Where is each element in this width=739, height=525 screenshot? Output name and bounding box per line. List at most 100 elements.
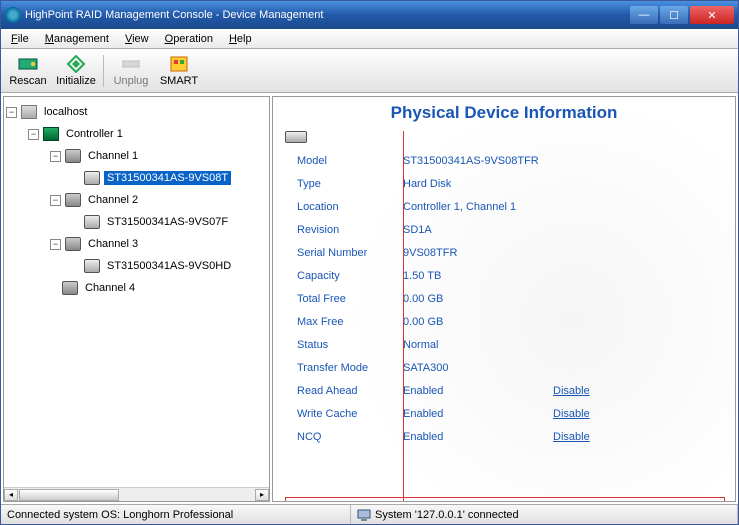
minimize-button[interactable]: — <box>630 6 658 24</box>
disk-label: ST31500341AS-9VS07F <box>104 215 231 229</box>
scroll-left-button[interactable]: ◂ <box>4 489 18 501</box>
info-value: Enabled <box>403 385 553 397</box>
disk-label: ST31500341AS-9VS0HD <box>104 259 234 273</box>
unplug-label: Unplug <box>114 75 149 87</box>
tree-node-controller[interactable]: − Controller 1 <box>6 123 267 145</box>
info-value: Enabled <box>403 408 553 420</box>
info-row: Capacity1.50 TB <box>297 264 723 287</box>
channel-label: Channel 4 <box>82 281 138 295</box>
detail-title: Physical Device Information <box>273 97 735 131</box>
info-value: Normal <box>403 339 553 351</box>
menu-management[interactable]: Management <box>39 31 115 47</box>
host-icon <box>21 105 37 119</box>
content-area: − localhost − Controller 1 − Channel 1 <box>1 93 738 504</box>
disk-label: ST31500341AS-9VS08T <box>104 171 231 185</box>
info-row: Max Free0.00 GB <box>297 310 723 333</box>
info-value: 1.50 TB <box>403 270 553 282</box>
info-label: Type <box>297 178 403 190</box>
info-label: Total Free <box>297 293 403 305</box>
info-value: Controller 1, Channel 1 <box>403 201 553 213</box>
tree-node-disk[interactable]: ST31500341AS-9VS08T <box>6 167 267 189</box>
horizontal-scrollbar[interactable]: ◂ ▸ <box>4 487 269 501</box>
info-row: LocationController 1, Channel 1 <box>297 195 723 218</box>
titlebar[interactable]: HighPoint RAID Management Console - Devi… <box>1 1 738 29</box>
tree-node-channel[interactable]: − Channel 3 <box>6 233 267 255</box>
statusbar: Connected system OS: Longhorn Profession… <box>1 504 738 524</box>
expander-icon[interactable]: − <box>50 151 61 162</box>
info-row: Transfer ModeSATA300 <box>297 356 723 379</box>
close-button[interactable]: ✕ <box>690 6 734 24</box>
tree-node-host[interactable]: − localhost <box>6 101 267 123</box>
info-row: Total Free0.00 GB <box>297 287 723 310</box>
window-title: HighPoint RAID Management Console - Devi… <box>25 9 630 21</box>
smart-button[interactable]: SMART <box>156 51 202 91</box>
info-value: SATA300 <box>403 362 553 374</box>
expander-icon[interactable]: − <box>28 129 39 140</box>
status-left: Connected system OS: Longhorn Profession… <box>1 505 351 524</box>
menu-help[interactable]: Help <box>223 31 258 47</box>
expander-icon[interactable]: − <box>50 239 61 250</box>
info-row: Serial Number9VS08TFR <box>297 241 723 264</box>
tree-node-channel[interactable]: Channel 4 <box>6 277 267 299</box>
info-value: Enabled <box>403 431 553 443</box>
menu-operation[interactable]: Operation <box>159 31 219 47</box>
tree-node-disk[interactable]: ST31500341AS-9VS07F <box>6 211 267 233</box>
scroll-thumb[interactable] <box>19 489 119 501</box>
host-label: localhost <box>41 105 90 119</box>
scroll-right-button[interactable]: ▸ <box>255 489 269 501</box>
channel-icon <box>65 149 81 163</box>
initialize-icon <box>66 55 86 73</box>
smart-icon <box>169 55 189 73</box>
controller-icon <box>43 127 59 141</box>
device-tree[interactable]: − localhost − Controller 1 − Channel 1 <box>4 97 269 303</box>
disk-icon <box>84 215 100 229</box>
rescan-label: Rescan <box>9 75 46 87</box>
device-tree-pane: − localhost − Controller 1 − Channel 1 <box>3 96 270 502</box>
info-value: 9VS08TFR <box>403 247 553 259</box>
menubar: File Management View Operation Help <box>1 29 738 49</box>
status-right: System '127.0.0.1' connected <box>351 505 738 524</box>
info-label: Revision <box>297 224 403 236</box>
tree-node-channel[interactable]: − Channel 1 <box>6 145 267 167</box>
action-link-ncq[interactable]: Disable <box>553 431 590 443</box>
expander-icon[interactable]: − <box>50 195 61 206</box>
rescan-icon <box>18 55 38 73</box>
info-label: Model <box>297 155 403 167</box>
expander-icon[interactable]: − <box>6 107 17 118</box>
unplug-button: Unplug <box>108 51 154 91</box>
maximize-button[interactable]: ☐ <box>660 6 688 24</box>
disk-icon <box>84 259 100 273</box>
disk-icon <box>285 131 307 143</box>
menu-view[interactable]: View <box>119 31 155 47</box>
smart-label: SMART <box>160 75 198 87</box>
system-icon <box>357 508 371 522</box>
status-os-text: Connected system OS: Longhorn Profession… <box>7 509 233 521</box>
tree-node-disk[interactable]: ST31500341AS-9VS0HD <box>6 255 267 277</box>
info-label: Capacity <box>297 270 403 282</box>
channel-icon <box>65 237 81 251</box>
info-value: Hard Disk <box>403 178 553 190</box>
highlight-line <box>403 131 404 502</box>
action-link-read ahead[interactable]: Disable <box>553 385 590 397</box>
initialize-button[interactable]: Initialize <box>53 51 99 91</box>
info-label: Max Free <box>297 316 403 328</box>
info-row: ModelST31500341AS-9VS08TFR <box>297 149 723 172</box>
info-label: Location <box>297 201 403 213</box>
toolbar: Rescan Initialize Unplug SMART <box>1 49 738 93</box>
info-label: Write Cache <box>297 408 403 420</box>
disk-icon <box>84 171 100 185</box>
info-label: Serial Number <box>297 247 403 259</box>
info-label: Read Ahead <box>297 385 403 397</box>
app-icon <box>5 7 21 23</box>
action-link-write cache[interactable]: Disable <box>553 408 590 420</box>
initialize-label: Initialize <box>56 75 96 87</box>
highlight-box <box>285 497 725 502</box>
rescan-button[interactable]: Rescan <box>5 51 51 91</box>
menu-file[interactable]: File <box>5 31 35 47</box>
info-action-row: Read AheadEnabledDisable <box>297 379 723 402</box>
info-action-row: NCQEnabledDisable <box>297 425 723 448</box>
status-conn-text: System '127.0.0.1' connected <box>375 509 519 521</box>
tree-node-channel[interactable]: − Channel 2 <box>6 189 267 211</box>
info-value: 0.00 GB <box>403 316 553 328</box>
channel-icon <box>65 193 81 207</box>
